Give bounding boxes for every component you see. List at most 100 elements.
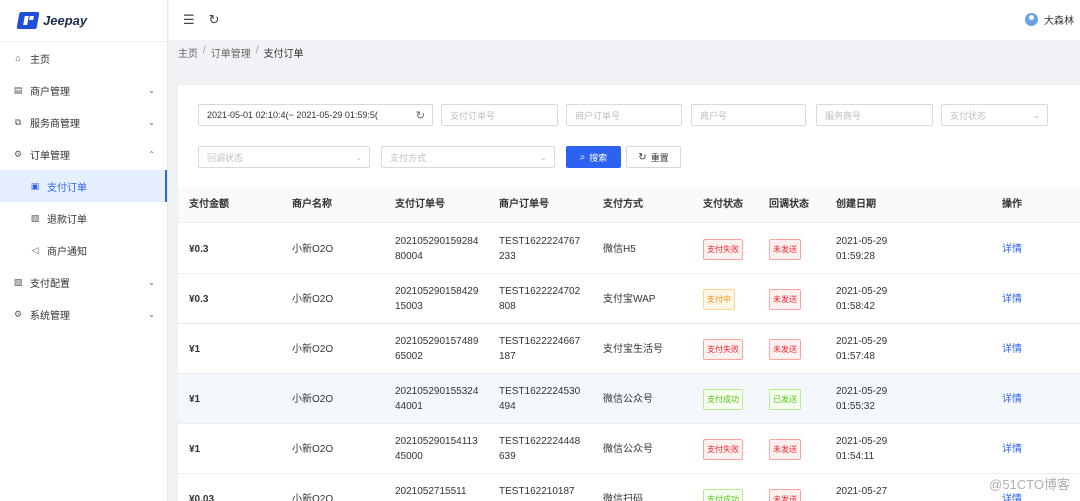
cell-notify-state: 未发送 [769,324,801,374]
notify-state-select[interactable]: 回调状态 ⌄ [198,146,370,168]
cell-pay-state: 支付失败 [703,424,743,474]
user-name: 大森林 [1044,16,1074,27]
breadcrumb-current: 支付订单 [263,49,304,60]
jeepay-logo-icon [16,12,40,29]
status-badge: 未发送 [769,288,801,310]
detail-link[interactable]: 详情 [1002,342,1022,357]
col-pay-way: 支付方式 [603,199,643,210]
sidebar-item-label: 退款订单 [47,214,87,226]
reset-button[interactable]: ↻ 重置 [626,146,681,168]
status-badge: 支付中 [703,288,735,310]
sidebar-item-pay-orders[interactable]: ▣ 支付订单 [0,170,167,202]
detail-link[interactable]: 详情 [1002,442,1022,457]
cell-notify-state: 已发送 [769,374,801,424]
created-date: 2021-05-29 [836,386,888,397]
chevron-down-icon: ⌄ [355,152,362,162]
chevron-down-icon: ⌄ [540,152,547,162]
pay-order-no-text: 20210529015842915003 [395,286,479,312]
cell-pay-order-no: 20210529015532444001 [395,374,479,424]
table-row: ¥1 小新O2O 20210529015748965002 TEST162222… [178,324,1080,374]
cell-mch-order-no: TEST1622224667187 [499,324,583,374]
refresh-icon[interactable]: ↻ [416,109,425,122]
cell-pay-state: 支付失败 [703,324,743,374]
created-date: 2021-05-27 [836,486,888,497]
pay-order-no-text: 20210529015928480004 [395,236,479,262]
logo[interactable]: Jeepay [0,0,167,42]
mch-no-input[interactable]: 商户号 [691,104,806,126]
search-button[interactable]: ⌕ 搜索 [566,146,621,168]
date-range-picker[interactable]: 2021-05-01 02:10:4(~ 2021-05-29 01:59:5(… [198,104,433,126]
col-mch-order-no: 商户订单号 [499,199,549,210]
cell-amount: ¥1 [189,393,201,405]
mch-order-no-text: TEST1622224702808 [499,286,581,312]
date-range-value: 2021-05-01 02:10:4(~ 2021-05-29 01:59:5( [207,110,378,120]
created-time: 01:59:28 [836,251,875,262]
pay-state-placeholder: 支付状态 [950,110,987,121]
table-row: ¥1 小新O2O 20210529015411345000 TEST162222… [178,424,1080,474]
breadcrumb-separator: / [203,45,206,56]
sidebar-item-system[interactable]: ⚙ 系统管理 ⌄ [0,298,167,330]
user-menu[interactable]: 大森林 [1025,12,1074,27]
detail-link[interactable]: 详情 [1002,242,1022,257]
sidebar-item-label: 系统管理 [30,310,70,322]
cell-created-at: 2021-05-29 01:55:32 [836,374,887,424]
mch-order-no-input[interactable]: 商户订单号 [566,104,682,126]
notify-state-placeholder: 回调状态 [207,152,244,163]
col-amount: 支付金额 [189,199,229,210]
table-row: ¥0.03 小新O2O 2021052715511 TEST162210187 … [178,474,1080,501]
pay-config-icon: ▧ [13,276,23,287]
sidebar-item-home[interactable]: ⌂ 主页 [0,42,167,74]
breadcrumb-orders[interactable]: 订单管理 [211,45,251,60]
col-pay-state: 支付状态 [703,199,743,210]
sidebar-item-orders[interactable]: ⚙ 订单管理 ⌃ [0,138,167,170]
cell-pay-state: 支付成功 [703,474,743,501]
status-badge: 未发送 [769,338,801,360]
mch-order-no-text: TEST1622224448639 [499,436,581,462]
sidebar-item-label: 订单管理 [30,150,70,162]
chevron-down-icon: ⌄ [148,117,155,127]
cell-mch-name: 小新O2O [292,393,334,405]
cell-pay-way: 支付宝WAP [603,293,656,305]
cell-pay-way: 微信扫码 [603,493,643,501]
chevron-up-icon: ⌃ [148,149,155,159]
cell-pay-order-no: 20210529015842915003 [395,274,479,324]
pay-state-select[interactable]: 支付状态 ⌄ [941,104,1048,126]
breadcrumb-separator: / [255,45,259,56]
cell-mch-name: 小新O2O [292,293,334,305]
cell-amount: ¥1 [189,443,201,455]
breadcrumb-home[interactable]: 主页 [178,45,198,60]
app-name: Jeepay [43,13,88,28]
mch-order-no-placeholder: 商户订单号 [575,110,621,121]
mch-order-no-text: TEST162210187 [499,486,575,497]
cell-notify-state: 未发送 [769,274,801,324]
cell-mch-order-no: TEST1622224530494 [499,374,583,424]
sidebar-item-pay-config[interactable]: ▧ 支付配置 ⌄ [0,266,167,298]
sidebar-item-refund-orders[interactable]: ▨ 退款订单 [0,202,167,234]
pay-way-select[interactable]: 支付方式 ⌄ [381,146,555,168]
cell-amount: ¥0.3 [189,293,209,305]
sidebar-item-merchant[interactable]: ▤ 商户管理 ⌄ [0,74,167,106]
order-icon: ⚙ [13,148,23,159]
cell-created-at: 2021-05-29 01:54:11 [836,424,887,474]
detail-link[interactable]: 详情 [1002,292,1022,307]
sidebar-item-mch-notify[interactable]: ◁ 商户通知 [0,234,167,266]
cell-actions: 详情 [1002,424,1022,474]
refresh-icon[interactable]: ↻ [209,12,220,28]
search-icon: ⌕ [579,151,586,163]
isv-no-input[interactable]: 服务商号 [816,104,933,126]
created-time: 01:58:42 [836,301,875,312]
cell-created-at: 2021-05-29 01:59:28 [836,224,887,274]
avatar [1025,13,1038,26]
main-card: 2021-05-01 02:10:4(~ 2021-05-29 01:59:5(… [178,85,1080,501]
cell-pay-way: 支付宝生活号 [603,343,663,355]
pay-order-no-input[interactable]: 支付订单号 [441,104,558,126]
sidebar-menu: ⌂ 主页 ▤ 商户管理 ⌄ ⧉ 服务商管理 ⌄ ⚙ 订单管理 ⌃ ▣ 支付订单 … [0,42,167,330]
detail-link[interactable]: 详情 [1002,392,1022,407]
mch-order-no-text: TEST1622224530494 [499,386,581,412]
sidebar-item-isv[interactable]: ⧉ 服务商管理 ⌄ [0,106,167,138]
table-row: ¥0.3 小新O2O 20210529015928480004 TEST1622… [178,224,1080,274]
status-badge: 未发送 [769,438,801,460]
table-row: ¥0.3 小新O2O 20210529015842915003 TEST1622… [178,274,1080,324]
menu-fold-icon[interactable]: ☰ [183,12,195,28]
col-notify-state: 回调状态 [769,199,809,210]
